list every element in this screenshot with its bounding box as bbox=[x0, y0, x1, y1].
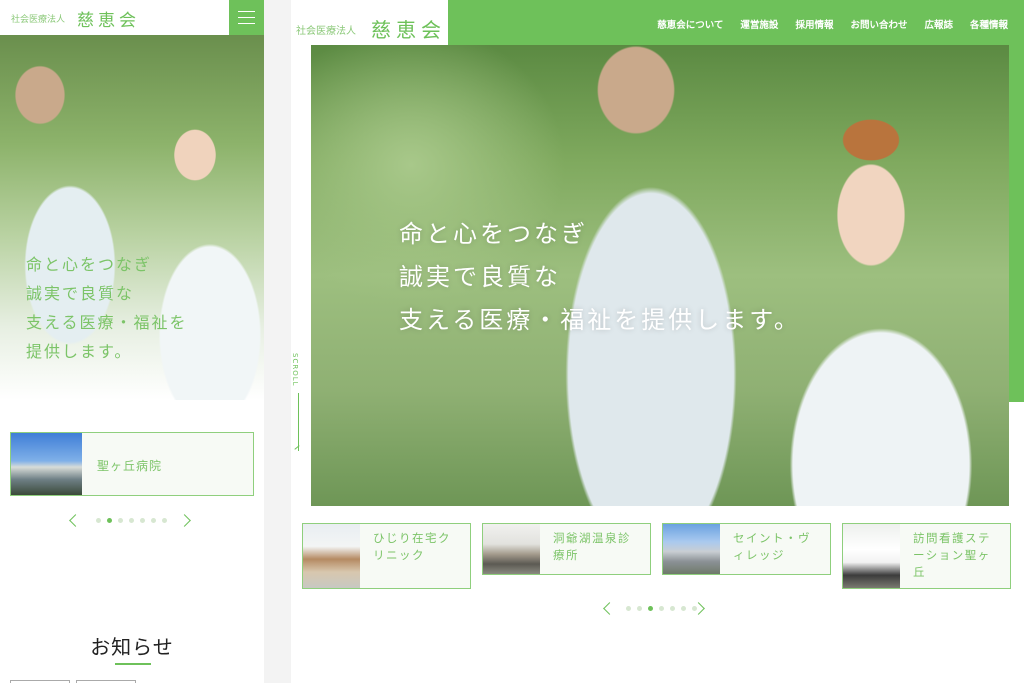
hero-copy-line: 提供します。 bbox=[26, 342, 133, 361]
clinic-building-photo bbox=[303, 524, 360, 588]
chevron-right-icon[interactable] bbox=[692, 602, 705, 615]
nav-item-contact[interactable]: お問い合わせ bbox=[850, 17, 907, 31]
slider-dots bbox=[626, 606, 697, 611]
hamburger-icon[interactable] bbox=[229, 0, 264, 35]
hero-copy: 命と心をつなぎ 誠実で良質な 支える医療・福祉を提供します。 bbox=[399, 213, 801, 342]
nav-item-magazine[interactable]: 広報誌 bbox=[924, 17, 953, 31]
hero-copy-line: 支える医療・福祉を提供します。 bbox=[399, 306, 801, 334]
news-heading-underline bbox=[115, 663, 151, 665]
mobile-hero-copy: 命と心をつなぎ 誠実で良質な 支える医療・福祉を 提供します。 bbox=[26, 250, 188, 366]
news-heading: お知らせ bbox=[90, 635, 174, 659]
slider-dot[interactable] bbox=[670, 606, 675, 611]
facility-card-toyako-clinic[interactable]: 洞爺湖温泉診療所 bbox=[482, 523, 651, 575]
nav-item-about[interactable]: 慈恵会について bbox=[657, 17, 723, 31]
slider-dot[interactable] bbox=[648, 606, 653, 611]
slider-dot[interactable] bbox=[96, 518, 101, 523]
slider-dot[interactable] bbox=[118, 518, 123, 523]
slider-dot[interactable] bbox=[140, 518, 145, 523]
facility-card-seigaoka-hospital[interactable]: 聖ヶ丘病院 bbox=[10, 432, 254, 496]
global-nav: 慈恵会について 運営施設 採用情報 お問い合わせ 広報誌 各種情報 bbox=[657, 17, 1008, 31]
chevron-right-icon[interactable] bbox=[178, 514, 191, 527]
site-logo[interactable]: 慈恵会 bbox=[77, 6, 140, 31]
scroll-indicator-label[interactable]: SCROLL bbox=[291, 353, 299, 387]
facility-card-saint-village[interactable]: セイント・ヴィレッジ bbox=[662, 523, 831, 575]
hero-copy-line: 誠実で良質な bbox=[26, 284, 135, 303]
facility-card-hijiri-clinic[interactable]: ひじり在宅クリニック bbox=[302, 523, 471, 589]
slider-dot[interactable] bbox=[162, 518, 167, 523]
scroll-indicator-line bbox=[298, 393, 299, 451]
nav-item-info[interactable]: 各種情報 bbox=[970, 17, 1008, 31]
mobile-view: 社会医療法人 慈恵会 命と心をつなぎ 誠実で良質な 支える医療・福祉を 提供しま… bbox=[0, 0, 264, 683]
hero-copy-line: 命と心をつなぎ bbox=[399, 220, 588, 248]
slider-dots bbox=[96, 518, 167, 523]
slider-dot[interactable] bbox=[681, 606, 686, 611]
slider-dot[interactable] bbox=[151, 518, 156, 523]
slider-dot[interactable] bbox=[129, 518, 134, 523]
hero-copy-line: 命と心をつなぎ bbox=[26, 255, 153, 274]
facility-card-label: ひじり在宅クリニック bbox=[373, 531, 451, 562]
hero-copy-line: 誠実で良質な bbox=[399, 263, 561, 291]
slider-dot[interactable] bbox=[107, 518, 112, 523]
slider-dot[interactable] bbox=[659, 606, 664, 611]
desktop-view: 社会医療法人 慈恵会 慈恵会について 運営施設 採用情報 お問い合わせ 広報誌 … bbox=[291, 0, 1024, 683]
nav-item-recruit[interactable]: 採用情報 bbox=[795, 17, 833, 31]
nav-item-facilities[interactable]: 運営施設 bbox=[740, 17, 778, 31]
facility-card-label: 洞爺湖温泉診療所 bbox=[553, 531, 631, 562]
chevron-left-icon[interactable] bbox=[69, 514, 82, 527]
corp-type-label: 社会医療法人 bbox=[11, 15, 66, 25]
clinic-entrance-photo bbox=[483, 524, 540, 574]
hero-image: 命と心をつなぎ 誠実で良質な 支える医療・福祉を提供します。 bbox=[311, 45, 1009, 506]
facility-card-label: セイント・ヴィレッジ bbox=[733, 531, 811, 562]
slider-dot[interactable] bbox=[637, 606, 642, 611]
facility-card-label: 聖ヶ丘病院 bbox=[97, 459, 163, 473]
facility-card-label: 訪問看護ステーション聖ヶ丘 bbox=[913, 531, 991, 579]
hero-copy-line: 支える医療・福祉を bbox=[26, 313, 188, 332]
mobile-header: 社会医療法人 慈恵会 bbox=[0, 0, 264, 36]
hero-accent-strip bbox=[1009, 45, 1024, 402]
nursing-van-photo bbox=[843, 524, 900, 588]
facility-card-visiting-nursing[interactable]: 訪問看護ステーション聖ヶ丘 bbox=[842, 523, 1011, 589]
hospital-building-photo bbox=[11, 433, 82, 495]
chevron-left-icon[interactable] bbox=[603, 602, 616, 615]
slider-dot[interactable] bbox=[626, 606, 631, 611]
org-name: 慈恵会 bbox=[371, 18, 446, 42]
residence-building-photo bbox=[663, 524, 720, 574]
corp-type-label: 社会医療法人 bbox=[296, 26, 356, 37]
